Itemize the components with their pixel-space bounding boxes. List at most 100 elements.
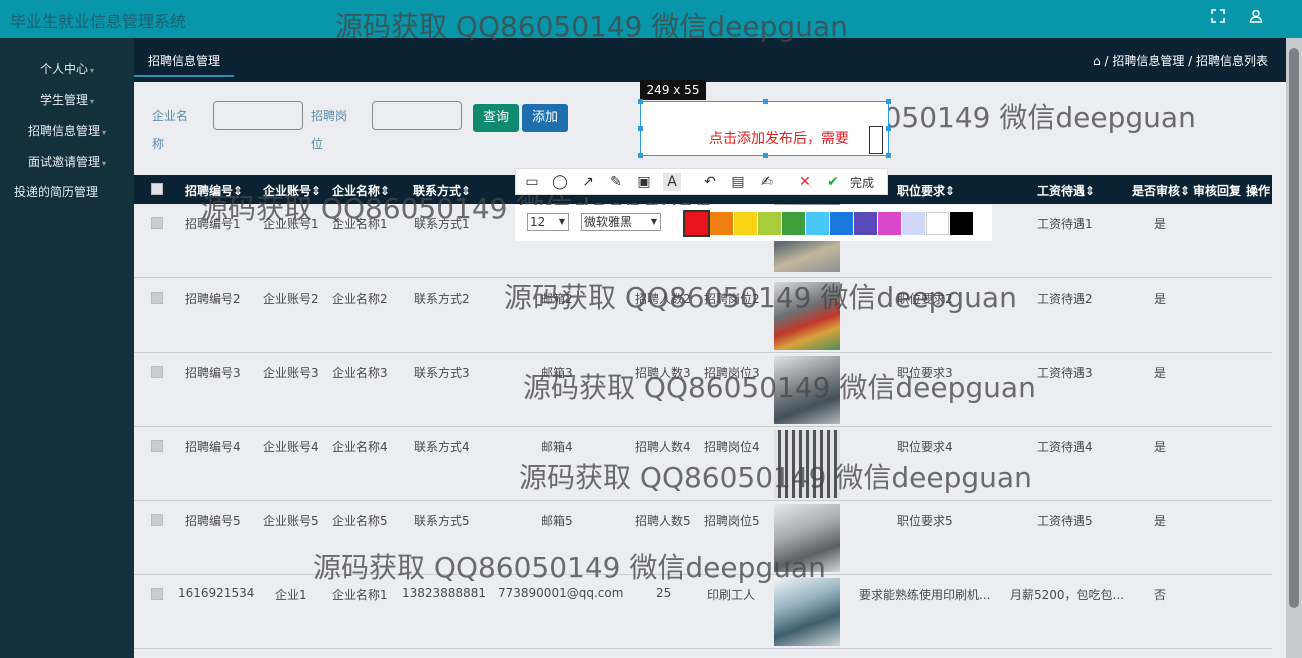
cell-count: 招聘人数5 <box>635 514 691 528</box>
header-bar: 招聘信息管理 ⌂ / 招聘信息管理 / 招聘信息列表 <box>134 38 1286 82</box>
cell-position: 招聘岗位5 <box>704 514 760 528</box>
cell-name: 企业名称3 <box>332 366 388 380</box>
resize-handle[interactable] <box>638 153 643 158</box>
color-swatch[interactable] <box>734 212 757 235</box>
home-icon[interactable]: ⌂ <box>1093 54 1101 68</box>
resize-handle[interactable] <box>638 99 643 104</box>
top-bar: 毕业生就业信息管理系统 <box>0 0 1302 38</box>
color-swatch[interactable] <box>758 212 781 235</box>
tab-recruitment[interactable]: 招聘信息管理 <box>134 48 235 77</box>
font-size-select[interactable]: 12 ▼ <box>527 213 569 231</box>
cancel-icon[interactable]: ✕ <box>796 173 814 191</box>
sidebar-item-interview[interactable]: 面试邀请管理 ▾ <box>0 153 134 170</box>
column-header[interactable]: 职位要求⇕ <box>897 182 955 199</box>
cell-account: 企业1 <box>275 588 307 602</box>
row-checkbox[interactable] <box>151 366 163 378</box>
selection-box[interactable]: 点击添加发布后，需要 <box>638 99 891 158</box>
column-header: 审核回复 <box>1193 184 1242 198</box>
sidebar-item-resumes[interactable]: 投递的简历管理 <box>0 183 134 200</box>
color-swatch[interactable] <box>950 212 973 235</box>
resize-handle[interactable] <box>886 153 891 158</box>
resize-handle[interactable] <box>763 99 768 104</box>
sidebar-item-label: 招聘信息管理 <box>27 124 100 138</box>
color-swatch[interactable] <box>782 212 805 235</box>
app-title: 毕业生就业信息管理系统 <box>10 12 187 31</box>
resize-handle[interactable] <box>638 126 643 131</box>
rectangle-icon[interactable]: ▭ <box>523 173 541 191</box>
color-swatch[interactable] <box>854 212 877 235</box>
office-photo <box>774 282 840 350</box>
cell-salary: 工资待遇2 <box>1037 292 1093 306</box>
annotation-text[interactable]: 点击添加发布后，需要 <box>709 128 849 148</box>
color-swatch[interactable] <box>878 212 901 235</box>
save-icon[interactable]: ▤ <box>729 173 747 191</box>
row-checkbox[interactable] <box>151 440 163 452</box>
done-button[interactable]: 完成 <box>850 174 874 191</box>
cell-email: 邮箱4 <box>541 440 573 454</box>
cell-position: 招聘岗位3 <box>704 366 760 380</box>
chevron-down-icon: ▾ <box>90 66 95 75</box>
cell-account: 企业账号1 <box>263 217 319 231</box>
column-header[interactable]: 招聘编号⇕ <box>185 182 243 199</box>
expand-icon[interactable] <box>1208 9 1228 29</box>
undo-icon[interactable]: ↶ <box>701 173 719 191</box>
ellipse-icon[interactable]: ◯ <box>551 173 569 191</box>
sidebar-item-profile[interactable]: 个人中心 ▾ <box>0 60 134 77</box>
row-checkbox[interactable] <box>151 588 163 600</box>
cell-audit: 是 <box>1154 217 1167 231</box>
sidebar-item-recruitment[interactable]: 招聘信息管理 ▾ <box>0 122 134 139</box>
column-header[interactable]: 企业账号⇕ <box>263 182 321 199</box>
breadcrumb-text: / 招聘信息管理 / 招聘信息列表 <box>1104 54 1268 68</box>
sidebar-item-students[interactable]: 学生管理 ▾ <box>0 91 134 108</box>
cell-name: 企业名称4 <box>332 440 388 454</box>
vertical-scrollbar[interactable] <box>1286 38 1302 658</box>
column-header: 操作 <box>1246 184 1271 198</box>
add-button[interactable]: 添加 <box>522 104 569 132</box>
scrollbar-thumb[interactable] <box>1289 48 1299 608</box>
column-header[interactable]: 工资待遇⇕ <box>1037 182 1095 199</box>
cell-count: 招聘人数4 <box>635 440 691 454</box>
cell-audit: 是 <box>1154 440 1167 454</box>
row-checkbox[interactable] <box>151 292 163 304</box>
text-tool-icon[interactable]: A <box>663 173 681 191</box>
column-header[interactable]: 是否审核⇕ <box>1132 182 1190 199</box>
resize-handle[interactable] <box>886 126 891 131</box>
column-header[interactable]: 联系方式⇕ <box>413 182 471 199</box>
cell-audit: 否 <box>1154 588 1167 602</box>
row-checkbox[interactable] <box>151 514 163 526</box>
font-family-select[interactable]: 微软雅黑 ▼ <box>581 213 661 231</box>
position-input[interactable] <box>372 101 462 130</box>
mosaic-icon[interactable]: ▣ <box>635 173 653 191</box>
arrow-icon[interactable]: ↗ <box>579 173 597 191</box>
cell-name: 企业名称1 <box>332 588 388 602</box>
color-swatch[interactable] <box>683 210 710 237</box>
pen-icon[interactable]: ✎ <box>607 173 625 191</box>
color-swatch[interactable] <box>902 212 925 235</box>
color-swatch[interactable] <box>710 212 733 235</box>
cell-salary: 工资待遇4 <box>1037 440 1093 454</box>
cell-no: 招聘编号3 <box>185 366 241 380</box>
query-button[interactable]: 查询 <box>473 104 520 132</box>
row-checkbox[interactable] <box>151 217 163 229</box>
color-swatch[interactable] <box>926 212 949 235</box>
sidebar-item-label: 面试邀请管理 <box>27 155 100 169</box>
sidebar-item-label: 投递的简历管理 <box>14 185 99 199</box>
cell-contact: 联系方式5 <box>414 514 470 528</box>
resize-handle[interactable] <box>886 99 891 104</box>
cell-audit: 是 <box>1154 366 1167 380</box>
table-row: 招聘编号3 企业账号3 企业名称3 联系方式3 邮箱3 招聘人数3 招聘岗位3 … <box>134 353 1272 427</box>
color-swatch[interactable] <box>806 212 829 235</box>
user-icon[interactable] <box>1246 9 1266 29</box>
resize-handle[interactable] <box>763 153 768 158</box>
sidebar-item-label: 学生管理 <box>39 93 88 107</box>
cell-salary: 工资待遇5 <box>1037 514 1093 528</box>
color-swatch[interactable] <box>830 212 853 235</box>
office-photo <box>774 504 840 572</box>
check-icon[interactable]: ✔ <box>824 173 842 191</box>
snip-toolbar: ▭ ◯ ↗ ✎ ▣ A ↶ ▤ ✍ ✕ ✔ 完成 <box>515 168 888 195</box>
select-all-checkbox[interactable] <box>151 183 163 195</box>
column-header[interactable]: 企业名称⇕ <box>332 182 390 199</box>
cell-requirement: 职位要求4 <box>897 440 953 454</box>
edit-icon[interactable]: ✍ <box>758 173 776 191</box>
company-name-input[interactable] <box>213 101 303 130</box>
